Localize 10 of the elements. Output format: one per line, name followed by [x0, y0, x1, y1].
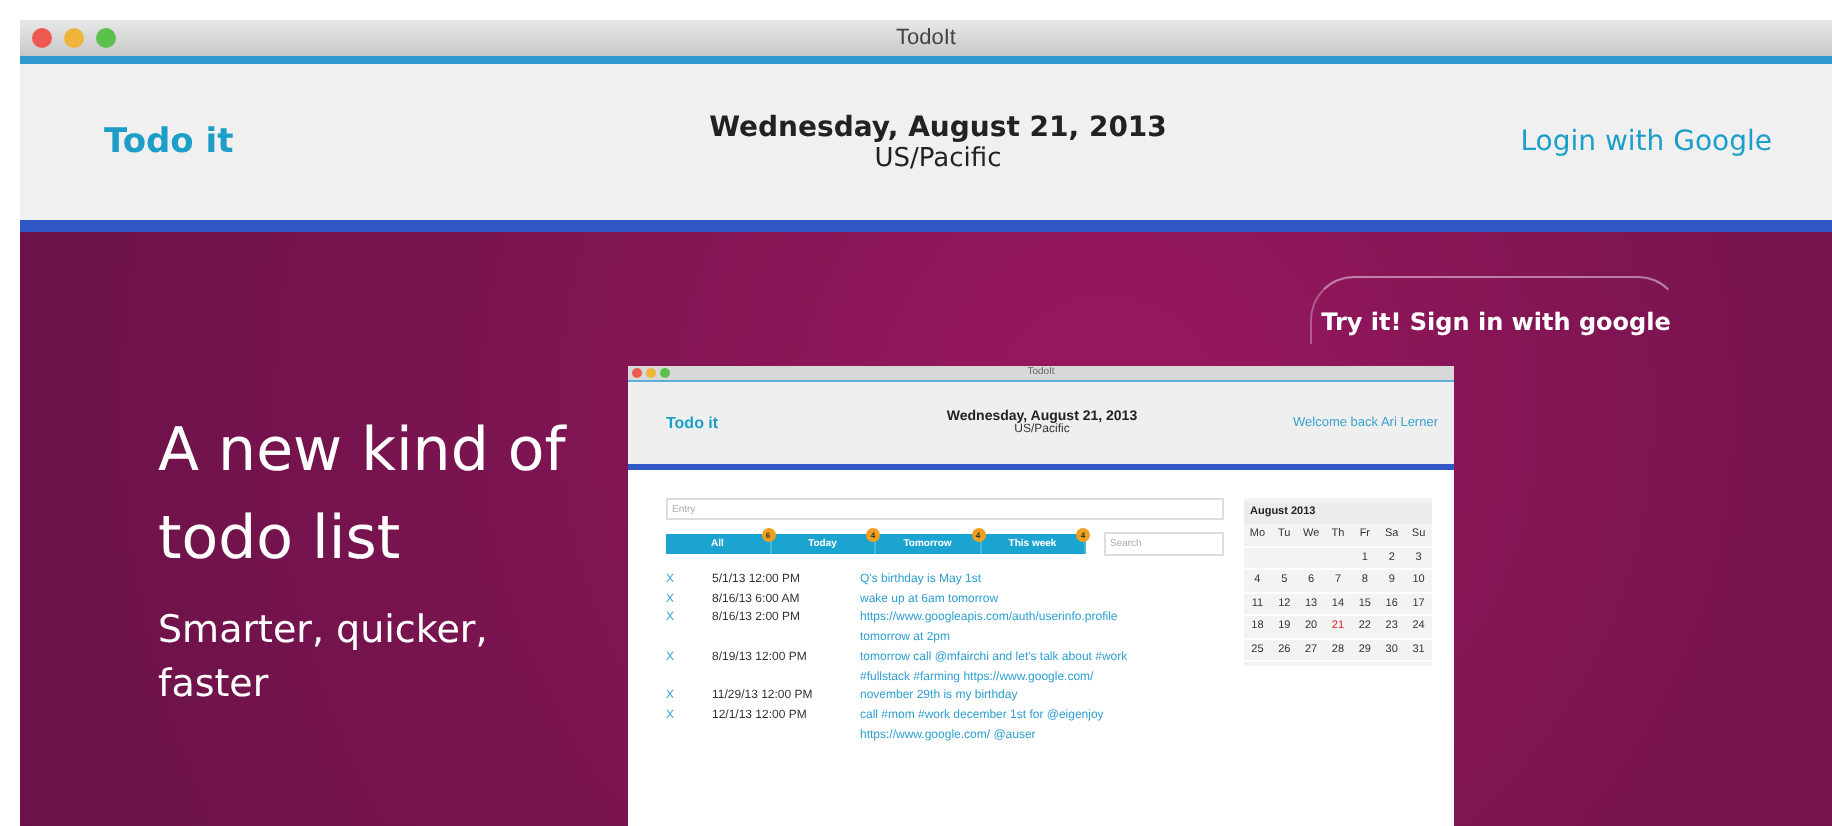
subline-text: Smarter, quicker, faster [158, 606, 490, 710]
window-title: TodoIt [896, 26, 956, 50]
signin-button[interactable]: Try it! Sign in with google [1310, 276, 1682, 344]
zoom-button[interactable] [96, 28, 116, 48]
logo-text: Todo it [666, 414, 721, 432]
minimize-button[interactable] [64, 28, 84, 48]
close-button[interactable] [32, 28, 52, 48]
headline-text: A new kind of todo list [158, 414, 569, 578]
date-text: Wednesday, August 21, 2013 [709, 111, 1167, 143]
timezone-text: US/Pacific [874, 143, 1002, 173]
